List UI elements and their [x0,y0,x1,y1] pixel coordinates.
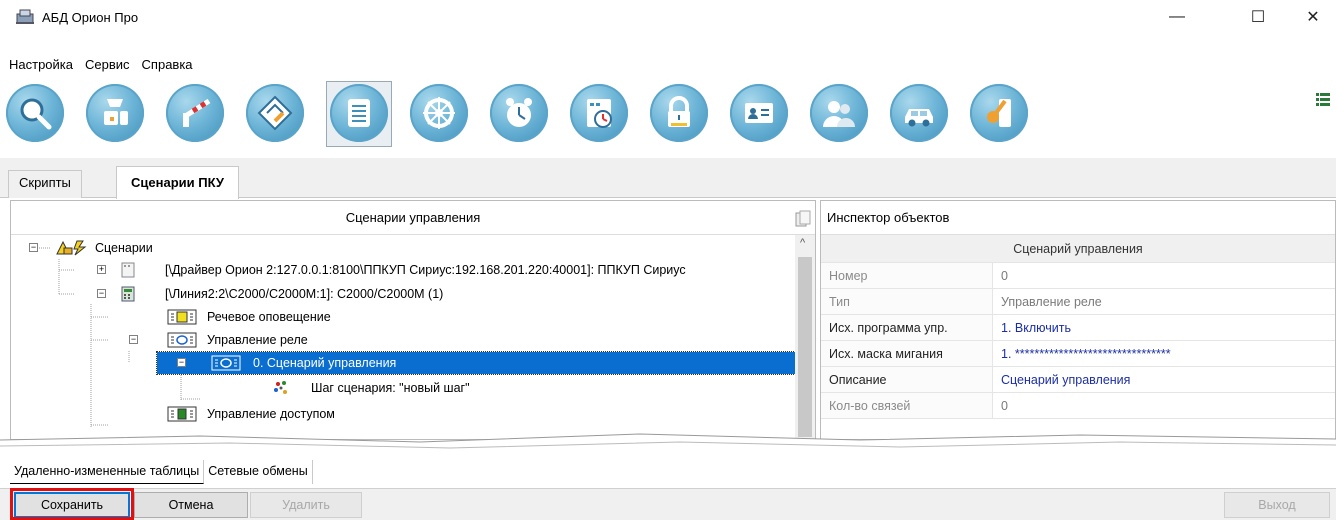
menu-settings[interactable]: Настройка [0,54,79,76]
menu-bar: Настройка Сервис Справка [0,54,199,76]
relay-icon [211,355,241,371]
inspector-object-title: Сценарий управления [821,235,1335,263]
wheel-icon[interactable] [410,84,468,142]
torn-edge [0,433,1336,458]
expand-toggle[interactable]: + [97,265,106,274]
prop-row-links-count[interactable]: Кол-во связей 0 [821,393,1335,419]
prop-row-description[interactable]: Описание Сценарий управления [821,367,1335,393]
copy-icon[interactable] [795,210,811,228]
barrier-icon[interactable] [166,84,224,142]
grid-view-icon[interactable] [1316,92,1330,106]
controller-icon [119,286,137,302]
scroll-thumb[interactable] [798,257,812,437]
collapse-toggle[interactable]: − [177,358,186,367]
speech-icon [167,309,197,325]
search-icon[interactable] [6,84,64,142]
main-tabs: Скрипты Сценарии ПКУ [0,158,1336,199]
relay-icon [167,332,197,348]
menu-help[interactable]: Справка [136,54,199,76]
save-highlight [10,488,134,520]
toolbar [0,78,1336,156]
minimize-button[interactable]: — [1154,0,1200,34]
step-icon [273,380,291,396]
prop-row-blink-mask[interactable]: Исх. маска мигания 1. ******************… [821,341,1335,367]
app-icon [16,9,34,25]
collapse-toggle[interactable]: − [29,243,38,252]
list-icon[interactable] [330,84,388,142]
device-icon [119,262,137,278]
prop-row-type[interactable]: Тип Управление реле [821,289,1335,315]
schedule-icon[interactable] [570,84,628,142]
lock-icon[interactable] [650,84,708,142]
window-title: АБД Орион Про [42,9,139,25]
prop-row-number[interactable]: Номер 0 [821,263,1335,289]
menu-service[interactable]: Сервис [79,54,136,76]
tab-network-exchange[interactable]: Сетевые обмены [204,460,313,484]
close-button[interactable]: ✕ [1290,0,1336,34]
prop-row-program[interactable]: Исх. программа упр. 1. Включить [821,315,1335,341]
maximize-button[interactable]: ☐ [1235,0,1281,34]
tree-scrollbar[interactable]: ^ [795,235,815,439]
inspector-header: Инспектор объектов [821,201,1335,235]
scroll-up-icon[interactable]: ^ [800,237,805,249]
key-icon[interactable] [970,84,1028,142]
device-icon[interactable] [86,84,144,142]
scenario-tree-panel: Сценарии управления − Сценарии + [\Драйв… [10,200,816,440]
cancel-button[interactable]: Отмена [134,492,248,518]
scenarios-icon [55,240,89,256]
delete-button[interactable]: Удалить [250,492,362,518]
tree-header: Сценарии управления [11,201,815,235]
collapse-toggle[interactable]: − [129,335,138,344]
users-icon[interactable] [810,84,868,142]
alarm-clock-icon[interactable] [490,84,548,142]
title-bar: АБД Орион Про — ☐ ✕ [0,0,1336,34]
tab-pku-scenarios[interactable]: Сценарии ПКУ [116,166,239,199]
car-icon[interactable] [890,84,948,142]
collapse-toggle[interactable]: − [97,289,106,298]
tab-remote-tables[interactable]: Удаленно-измененные таблицы [10,460,205,484]
object-inspector-panel: Инспектор объектов Сценарий управления Н… [820,200,1336,440]
exit-button[interactable]: Выход [1224,492,1330,518]
bottom-tabs: Удаленно-измененные таблицы Сетевые обме… [10,460,313,484]
map-icon[interactable] [246,84,304,142]
id-card-icon[interactable] [730,84,788,142]
tree-node-scenario-0[interactable]: − 0. Сценарий управления [156,351,798,375]
access-icon [167,406,197,422]
tab-scripts[interactable]: Скрипты [8,170,82,198]
button-bar: Сохранить Отмена Удалить Выход [0,488,1336,520]
